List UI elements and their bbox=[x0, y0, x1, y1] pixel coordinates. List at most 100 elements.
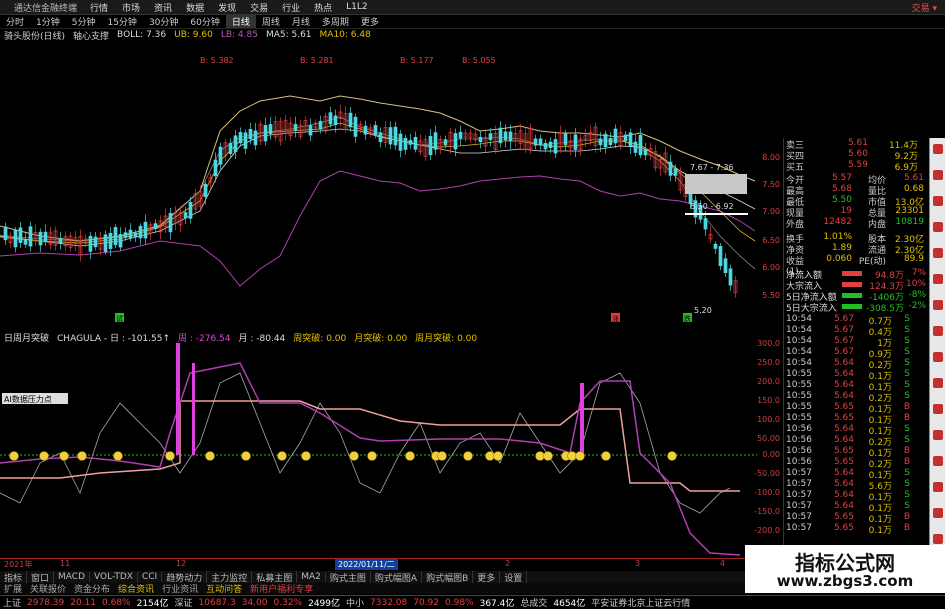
func-related-quote[interactable]: 关联报价 bbox=[26, 582, 70, 595]
tool-icon[interactable] bbox=[933, 508, 943, 518]
tick-time: 10:55 bbox=[786, 413, 812, 423]
tab-settings[interactable]: 设置 bbox=[500, 570, 528, 584]
order-volume: 6.9万 bbox=[894, 163, 918, 173]
tick-price: 5.67 bbox=[833, 314, 854, 324]
tool-icon[interactable] bbox=[933, 326, 943, 336]
period-tab[interactable]: 月线 bbox=[286, 15, 316, 28]
candle bbox=[393, 126, 398, 146]
candle bbox=[28, 226, 33, 247]
tool-icon[interactable] bbox=[933, 482, 943, 492]
stock-name[interactable]: 骑头股份(日线) bbox=[0, 29, 69, 42]
side-tool-strip[interactable] bbox=[929, 138, 945, 558]
index-status-bar: 上证 2978.39 20.11 0.68% 2154亿 深证 10687.3 … bbox=[0, 595, 945, 609]
tool-icon[interactable] bbox=[933, 222, 943, 232]
period-tab[interactable]: 1分钟 bbox=[30, 15, 66, 28]
tool-icon[interactable] bbox=[933, 170, 943, 180]
tool-icon[interactable] bbox=[933, 248, 943, 258]
tick-side: S bbox=[904, 380, 910, 390]
func-industry-news[interactable]: 行业资讯 bbox=[158, 582, 202, 595]
tab-formula-a[interactable]: 购式幅图A bbox=[371, 570, 423, 584]
tick-time: 10:56 bbox=[786, 457, 812, 467]
period-tab[interactable]: 更多 bbox=[355, 15, 385, 28]
fall-mark-text: 跌 bbox=[684, 314, 691, 323]
period-tab[interactable]: 5分钟 bbox=[66, 15, 102, 28]
candle bbox=[348, 112, 353, 128]
menu-item-trade[interactable]: 交易 bbox=[243, 1, 275, 14]
period-tab[interactable]: 30分钟 bbox=[143, 15, 184, 28]
indicator-name[interactable]: 轴心支撑 bbox=[69, 29, 113, 42]
period-tab[interactable]: 多周期 bbox=[316, 15, 355, 28]
tick-side: B bbox=[903, 402, 910, 412]
time-tick: 11 bbox=[60, 559, 71, 568]
stat-value: 19 bbox=[840, 206, 852, 216]
tool-icon[interactable] bbox=[933, 274, 943, 284]
tick-row: 10:54 5.67 1万 S bbox=[786, 336, 928, 349]
signal-dot bbox=[601, 451, 611, 461]
tool-icon[interactable] bbox=[933, 300, 943, 310]
tab-more[interactable]: 更多 bbox=[473, 570, 501, 584]
tab-formula-main[interactable]: 购式主图 bbox=[326, 570, 371, 584]
tool-icon[interactable] bbox=[933, 144, 943, 154]
period-tab[interactable]: 周线 bbox=[256, 15, 286, 28]
tool-icon[interactable] bbox=[933, 534, 943, 544]
tab-formula-b[interactable]: 购式幅图B bbox=[422, 570, 474, 584]
candle bbox=[613, 128, 618, 144]
candle bbox=[378, 132, 383, 143]
tool-icon[interactable] bbox=[933, 352, 943, 362]
tool-icon[interactable] bbox=[933, 430, 943, 440]
func-new-user[interactable]: 新用户福利专享 bbox=[246, 582, 317, 595]
menu-item-data[interactable]: 数据 bbox=[179, 1, 211, 14]
tick-price: 5.64 bbox=[833, 501, 854, 511]
period-tab[interactable]: 60分钟 bbox=[184, 15, 225, 28]
candle bbox=[668, 161, 673, 176]
menu-item-markets[interactable]: 市场 bbox=[115, 1, 147, 14]
func-news[interactable]: 综合资讯 bbox=[114, 582, 158, 595]
stat-value: 2.30亿 bbox=[894, 246, 924, 256]
tool-icon[interactable] bbox=[933, 404, 943, 414]
menu-item-industry[interactable]: 行业 bbox=[275, 1, 307, 14]
tick-time: 10:55 bbox=[786, 402, 812, 412]
candle bbox=[308, 125, 313, 136]
signal-dot bbox=[667, 451, 677, 461]
func-expand[interactable]: 扩展 bbox=[0, 582, 26, 595]
stat-label: 股本 bbox=[867, 235, 886, 245]
tick-time: 10:54 bbox=[786, 347, 812, 357]
tab-ma2[interactable]: MA2 bbox=[297, 572, 326, 582]
ma5-value: MA5: 5.61 bbox=[265, 30, 312, 40]
tool-icon[interactable] bbox=[933, 378, 943, 388]
signal-dot bbox=[165, 451, 175, 461]
stat-label: 量比 bbox=[867, 187, 886, 197]
stat-value: 1.89 bbox=[831, 243, 852, 253]
period-tab-active[interactable]: 日线 bbox=[225, 15, 256, 28]
period-tab[interactable]: 15分钟 bbox=[101, 15, 142, 28]
tab-macd[interactable]: MACD bbox=[54, 572, 91, 582]
stat-label: 净资 bbox=[786, 246, 805, 256]
tool-icon[interactable] bbox=[933, 196, 943, 206]
menu-item-market[interactable]: 行情 bbox=[83, 1, 115, 14]
flow-value: -308.5万 bbox=[865, 304, 904, 314]
tick-volume: 0.1万 bbox=[868, 449, 892, 459]
tick-volume: 0.1万 bbox=[868, 504, 892, 514]
stat-value: 5.57 bbox=[831, 173, 852, 183]
zx-price: 7332.08 bbox=[370, 597, 408, 608]
tab-cci[interactable]: CCI bbox=[138, 572, 163, 582]
func-capital-dist[interactable]: 资金分布 bbox=[70, 582, 114, 595]
tool-icon[interactable] bbox=[933, 456, 943, 466]
tab-vol[interactable]: VOL-TDX bbox=[90, 572, 138, 582]
menu-item-l1l2[interactable]: L1L2 bbox=[339, 2, 374, 12]
indicator-chart[interactable]: AI数据压力点 bbox=[0, 343, 757, 558]
tick-time: 10:57 bbox=[786, 512, 812, 522]
level-label: B: 5.382 bbox=[200, 56, 234, 65]
menu-item-discover[interactable]: 发现 bbox=[211, 1, 243, 14]
candle bbox=[403, 137, 408, 150]
quote-panel: 卖三 5.61 11.4万 买四 5.60 9.2万 买五 5.59 6.9万 今开 5.57 均价 5… bbox=[783, 138, 929, 558]
trade-dropdown[interactable]: 交易 ▾ bbox=[912, 1, 945, 14]
menu-item-news[interactable]: 资讯 bbox=[147, 1, 179, 14]
period-tab[interactable]: 分时 bbox=[0, 15, 30, 28]
order-price: 5.61 bbox=[847, 138, 868, 148]
func-qa[interactable]: 互动问答 bbox=[202, 582, 246, 595]
tick-price: 5.65 bbox=[833, 446, 854, 456]
menu-item-hot[interactable]: 热点 bbox=[307, 1, 339, 14]
low-price-label: 5.20 bbox=[694, 306, 712, 315]
kline-chart[interactable]: B: 5.382 B: 5.281 B: 5.177 B: 5.055 7.67… bbox=[0, 41, 757, 330]
